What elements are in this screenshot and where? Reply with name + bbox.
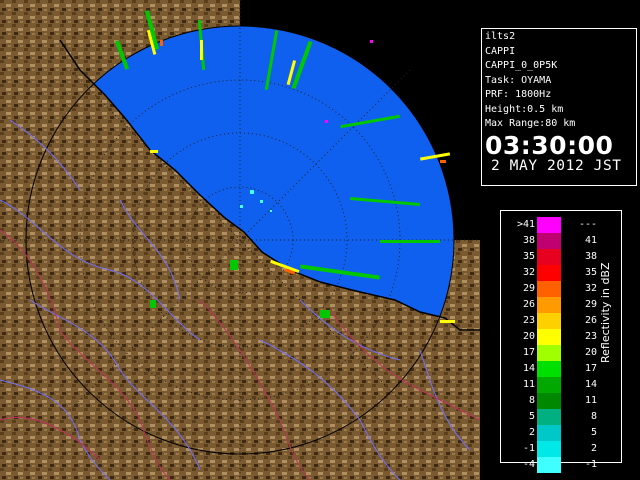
legend-label: 5 [590, 427, 597, 438]
legend-label: 20 [522, 331, 535, 342]
color-legend: >41 38 35 32 29 26 23 20 17 14 11 8 5 2 … [500, 210, 622, 473]
legend-swatch [537, 281, 561, 297]
info-panel: ilts2 CAPPI CAPPI_0_0P5K Task: OYAMA PRF… [481, 28, 637, 186]
legend-swatch [537, 297, 561, 313]
legend-label: 20 [584, 347, 597, 358]
legend-label: 17 [522, 347, 535, 358]
legend-label: 32 [584, 283, 597, 294]
legend-swatch [537, 329, 561, 345]
legend-swatch [537, 393, 561, 409]
legend-label: 2 [590, 443, 597, 454]
legend-unit-label: Reflectivity in dBZ [599, 262, 612, 364]
legend-swatch [537, 313, 561, 329]
radar-name: ilts2 [485, 31, 516, 42]
legend-label: 17 [584, 363, 597, 374]
legend-swatch [537, 361, 561, 377]
legend-swatch [537, 249, 561, 265]
observation-date: 2 MAY 2012 JST [491, 157, 622, 174]
legend-swatches [537, 217, 561, 473]
legend-label: 11 [584, 395, 597, 406]
legend-swatch [537, 441, 561, 457]
legend-swatch [537, 217, 561, 233]
legend-swatch [537, 425, 561, 441]
task-name: Task: OYAMA [485, 74, 552, 86]
legend-label: 29 [584, 299, 597, 310]
legend-label: 23 [584, 331, 597, 342]
legend-label: 8 [590, 411, 597, 422]
legend-upper-labels: >41 38 35 32 29 26 23 20 17 14 11 8 5 2 … [505, 217, 535, 473]
legend-label: 38 [584, 251, 597, 262]
legend-label: 26 [584, 315, 597, 326]
legend-label: 14 [522, 363, 535, 374]
legend-label: 11 [522, 379, 535, 390]
legend-label: 35 [584, 267, 597, 278]
legend-label: 14 [584, 379, 597, 390]
legend-label: 35 [522, 251, 535, 262]
legend-swatch [537, 345, 561, 361]
legend-swatch [537, 457, 561, 473]
observation-time: 03:30:00 [485, 130, 614, 160]
legend-label: >41 [516, 219, 535, 230]
legend-swatch [537, 265, 561, 281]
legend-label: 8 [528, 395, 535, 406]
legend-swatch [537, 377, 561, 393]
legend-label: -1 [522, 443, 535, 454]
legend-swatch [537, 409, 561, 425]
product-type: CAPPI [485, 45, 516, 57]
legend-label: 2 [528, 427, 535, 438]
legend-lower-labels: --- 41 38 35 32 29 26 23 20 17 14 11 8 5… [567, 217, 597, 473]
legend-label: --- [578, 219, 597, 230]
radar-map [0, 0, 480, 480]
height-value: Height:0.5 km [485, 103, 564, 115]
legend-label: 41 [584, 235, 597, 246]
legend-label: 26 [522, 299, 535, 310]
legend-label: 5 [528, 411, 535, 422]
max-range-value: Max Range:80 km [485, 118, 576, 129]
legend-label: -1 [584, 459, 597, 470]
radar-display: ilts2 CAPPI CAPPI_0_0P5K Task: OYAMA PRF… [0, 0, 640, 480]
product-name: CAPPI_0_0P5K [485, 60, 558, 71]
legend-swatch [537, 233, 561, 249]
legend-label: 29 [522, 283, 535, 294]
prf-value: PRF: 1800Hz [485, 89, 552, 100]
legend-label: -4 [522, 459, 535, 470]
legend-label: 32 [522, 267, 535, 278]
legend-label: 23 [522, 315, 535, 326]
legend-label: 38 [522, 235, 535, 246]
